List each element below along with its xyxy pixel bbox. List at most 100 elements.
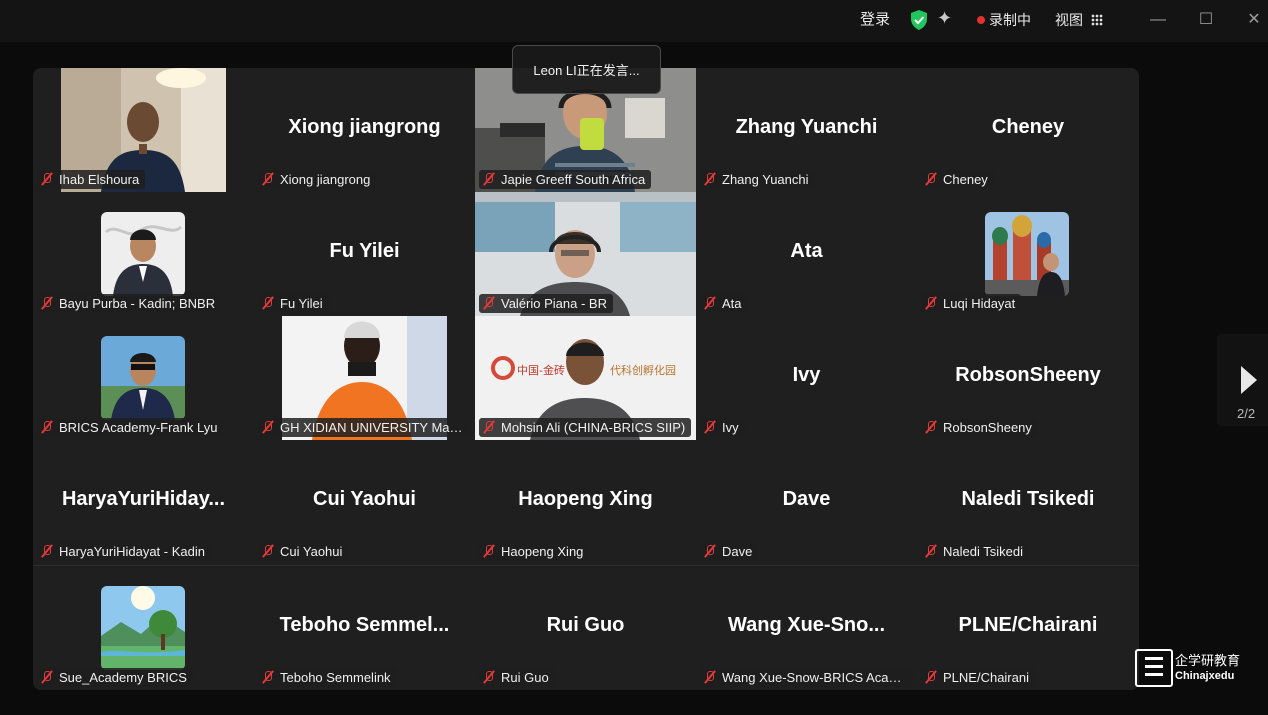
mic-muted-icon <box>482 544 496 558</box>
participant-display-name: Ivy <box>792 364 821 386</box>
participant-name-label: Cheney <box>921 170 994 189</box>
recording-indicator[interactable]: 录制中 <box>977 10 1031 30</box>
mic-muted-icon <box>703 172 717 186</box>
mic-muted-icon <box>40 544 54 558</box>
participant-avatar <box>101 586 185 670</box>
participant-tile[interactable]: Cheney Cheney <box>917 68 1139 192</box>
mic-muted-icon <box>261 670 275 684</box>
participant-display-name: Wang Xue-Sno... <box>727 614 886 636</box>
participant-name-label: Xiong jiangrong <box>258 170 377 189</box>
gallery-page-nav: 2/2 <box>1217 334 1268 426</box>
mic-muted-icon <box>40 670 54 684</box>
mic-muted-icon <box>924 420 938 434</box>
participant-tile[interactable]: GH XIDIAN UNIVERSITY Mamu... <box>254 316 475 440</box>
participant-name-label: Wang Xue-Snow-BRICS Acade... <box>700 668 913 687</box>
participant-display-name: HaryaYuriHiday... <box>61 488 226 510</box>
participant-name-label: Naledi Tsikedi <box>921 542 1029 561</box>
participant-tile[interactable]: Bayu Purba - Kadin; BNBR <box>33 192 254 316</box>
mic-muted-icon <box>261 420 275 434</box>
security-shield-icon[interactable] <box>909 9 929 31</box>
participant-tile[interactable]: Ata Ata <box>696 192 917 316</box>
participant-tile[interactable]: Zhang Yuanchi Zhang Yuanchi <box>696 68 917 192</box>
participant-tile[interactable]: RobsonSheeny RobsonSheeny <box>917 316 1139 440</box>
participant-tile[interactable]: HaryaYuriHiday... HaryaYuriHidayat - Kad… <box>33 440 254 564</box>
watermark-logo-icon <box>1135 649 1173 687</box>
participant-tile[interactable]: Rui Guo Rui Guo <box>475 566 696 690</box>
mic-muted-icon <box>924 544 938 558</box>
participant-name-label: Ata <box>700 294 748 313</box>
participant-tile[interactable]: Sue_Academy BRICS <box>33 566 254 690</box>
participant-name-label: BRICS Academy-Frank Lyu <box>37 418 224 437</box>
mic-muted-icon <box>261 296 275 310</box>
participant-avatar <box>101 212 185 296</box>
participant-tile[interactable]: Luqi Hidayat <box>917 192 1139 316</box>
participant-tile[interactable]: 中国-金砖 代科创孵化园 Mohsin Ali (CHINA-BRICS SII… <box>475 316 696 440</box>
recording-dot-icon <box>977 16 985 24</box>
maximize-window-button[interactable]: ☐ <box>1194 9 1218 31</box>
participant-tile[interactable]: Fu Yilei Fu Yilei <box>254 192 475 316</box>
ai-companion-icon[interactable]: ✦ <box>937 8 959 30</box>
participant-tile[interactable]: Haopeng Xing Haopeng Xing <box>475 440 696 564</box>
participant-name-label: Ihab Elshoura <box>37 170 146 189</box>
participant-name-label: Sue_Academy BRICS <box>37 668 193 687</box>
mic-muted-icon <box>703 670 717 684</box>
next-page-arrow-icon[interactable] <box>1241 366 1257 394</box>
participant-name-label: RobsonSheeny <box>921 418 1038 437</box>
mic-muted-icon <box>482 172 496 186</box>
login-button[interactable]: 登录 <box>860 10 890 30</box>
mic-muted-icon <box>40 296 54 310</box>
watermark: 企学研教育 Chinajxedu <box>1133 647 1245 689</box>
active-speaker-toast: Leon LI正在发言... <box>512 45 661 94</box>
participant-tile[interactable]: Cui Yaohui Cui Yaohui <box>254 440 475 564</box>
participant-name-label: Rui Guo <box>479 668 555 687</box>
participant-name-label: GH XIDIAN UNIVERSITY Mamu... <box>258 418 471 437</box>
participant-name-label: Cui Yaohui <box>258 542 349 561</box>
gallery-view: Ihab Elshoura Xiong jiangrong Xiong jian… <box>33 68 1139 690</box>
participant-avatar <box>985 212 1069 296</box>
participant-display-name: Haopeng Xing <box>518 488 653 510</box>
background-sign-text-2: 代科创孵化园 <box>610 363 676 377</box>
participant-display-name: PLNE/Chairani <box>958 614 1098 636</box>
participant-tile[interactable]: BRICS Academy-Frank Lyu <box>33 316 254 440</box>
participant-tile[interactable]: Valério Piana - BR <box>475 192 696 316</box>
mic-muted-icon <box>40 420 54 434</box>
watermark-en-text: Chinajxedu <box>1175 670 1235 682</box>
view-button[interactable]: 视图 <box>1055 10 1103 30</box>
participant-name-label: Teboho Semmelink <box>258 668 397 687</box>
participant-tile[interactable]: Ihab Elshoura <box>33 68 254 192</box>
participant-display-name: Rui Guo <box>546 614 625 636</box>
participant-display-name: Fu Yilei <box>329 240 400 262</box>
participant-avatar <box>101 336 185 420</box>
participant-name-label: PLNE/Chairani <box>921 668 1035 687</box>
participant-name-label: Mohsin Ali (CHINA-BRICS SIIP) <box>479 418 692 437</box>
participant-tile[interactable]: Naledi Tsikedi Naledi Tsikedi <box>917 440 1139 564</box>
participant-name-label: Fu Yilei <box>258 294 329 313</box>
mic-muted-icon <box>261 544 275 558</box>
minimize-window-button[interactable]: — <box>1146 9 1170 31</box>
participant-name-label: Japie Greeff South Africa <box>479 170 652 189</box>
participant-tile[interactable]: Dave Dave <box>696 440 917 564</box>
mic-muted-icon <box>703 420 717 434</box>
participant-display-name: Naledi Tsikedi <box>961 488 1095 510</box>
participant-tile[interactable]: PLNE/Chairani PLNE/Chairani <box>917 566 1139 690</box>
participant-display-name: Ata <box>790 240 823 262</box>
mic-muted-icon <box>924 296 938 310</box>
participant-display-name: Cheney <box>991 116 1065 138</box>
participant-display-name: RobsonSheeny <box>955 364 1101 386</box>
grid-view-icon <box>1091 14 1103 26</box>
participant-name-label: Luqi Hidayat <box>921 294 1022 313</box>
participant-tile[interactable]: Wang Xue-Sno... Wang Xue-Snow-BRICS Acad… <box>696 566 917 690</box>
recording-label: 录制中 <box>989 12 1031 28</box>
mic-muted-icon <box>482 670 496 684</box>
mic-muted-icon <box>924 670 938 684</box>
meeting-top-bar: 登录 ✦ 录制中 视图 — ☐ ✕ <box>0 0 1268 42</box>
mic-muted-icon <box>703 544 717 558</box>
participant-tile[interactable]: Ivy Ivy <box>696 316 917 440</box>
participant-tile[interactable]: Teboho Semmel... Teboho Semmelink <box>254 566 475 690</box>
mic-muted-icon <box>482 296 496 310</box>
participant-tile[interactable]: Xiong jiangrong Xiong jiangrong <box>254 68 475 192</box>
close-window-button[interactable]: ✕ <box>1242 9 1266 31</box>
view-label: 视图 <box>1055 12 1083 28</box>
participant-name-label: Ivy <box>700 418 745 437</box>
participant-name-label: HaryaYuriHidayat - Kadin <box>37 542 211 561</box>
